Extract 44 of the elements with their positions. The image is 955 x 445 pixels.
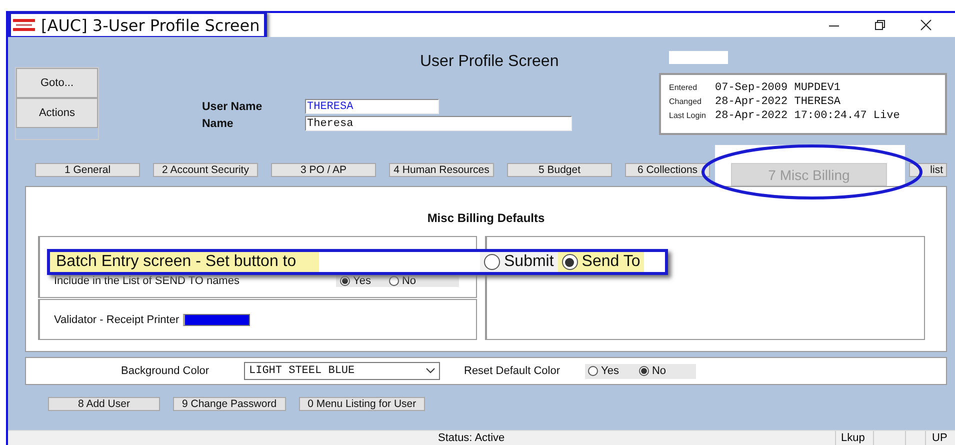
radio-button[interactable]: No (388, 275, 416, 287)
field-label: Background Color (121, 365, 210, 377)
input-field[interactable]: Theresa (305, 116, 572, 131)
callout-text: Batch Entry screen - Set button to (50, 252, 319, 272)
audit-value: 28-Apr-2022 THERESA (715, 96, 840, 108)
field-label: Reset Default Color (464, 365, 561, 377)
audit-value: 28-Apr-2022 17:00:24.47 Live (715, 110, 900, 122)
side-button[interactable]: Goto... (16, 68, 98, 98)
radio-button[interactable]: Submit (480, 252, 558, 272)
tab[interactable]: 1 General (35, 163, 140, 177)
bottom-button[interactable]: 8 Add User (48, 397, 160, 411)
dropdown[interactable]: LIGHT STEEL BLUE (244, 362, 440, 380)
section-title: Misc Billing Defaults (426, 211, 546, 227)
field-label: Name (202, 118, 234, 130)
status-cell: UP (925, 431, 955, 445)
audit-label: Changed (669, 97, 702, 106)
side-button[interactable]: Actions (16, 98, 98, 128)
chevron-down-icon (426, 368, 435, 374)
input-field[interactable]: THERESA (305, 99, 439, 114)
input-field[interactable] (183, 314, 250, 326)
audit-label: Last Login (669, 111, 707, 120)
bottom-button[interactable]: 9 Change Password (173, 397, 286, 411)
radio-button[interactable]: Send To (558, 252, 644, 272)
bottom-button[interactable]: 0 Menu Listing for User (298, 397, 426, 411)
field-label: Validator - Receipt Printer (54, 314, 180, 326)
window-title: [AUC] 3-User Profile Screen (41, 16, 260, 34)
setting-label: Include in the List of SEND TO names (54, 275, 240, 287)
field-label: User Name (202, 100, 264, 112)
blank-field (669, 51, 728, 64)
tab[interactable]: 3 PO / AP (271, 163, 376, 177)
radio-button[interactable]: No (638, 365, 666, 377)
audit-label: Entered (669, 83, 698, 92)
tab[interactable]: 5 Budget (507, 163, 612, 177)
status-text: Status: Active (438, 432, 506, 444)
radio-button[interactable]: Yes (340, 275, 371, 287)
radio-button[interactable]: Yes (588, 365, 619, 377)
screen-title: User Profile Screen (420, 53, 559, 71)
tab[interactable]: 4 Human Resources (389, 163, 494, 177)
tab[interactable]: 6 Collections (625, 163, 710, 177)
app-icon (13, 19, 35, 31)
tab[interactable]: list (909, 163, 947, 177)
audit-value: 07-Sep-2009 MUPDEV1 (715, 82, 840, 94)
tab[interactable]: 2 Account Security (153, 163, 258, 177)
status-cell: Lkup (835, 431, 873, 445)
